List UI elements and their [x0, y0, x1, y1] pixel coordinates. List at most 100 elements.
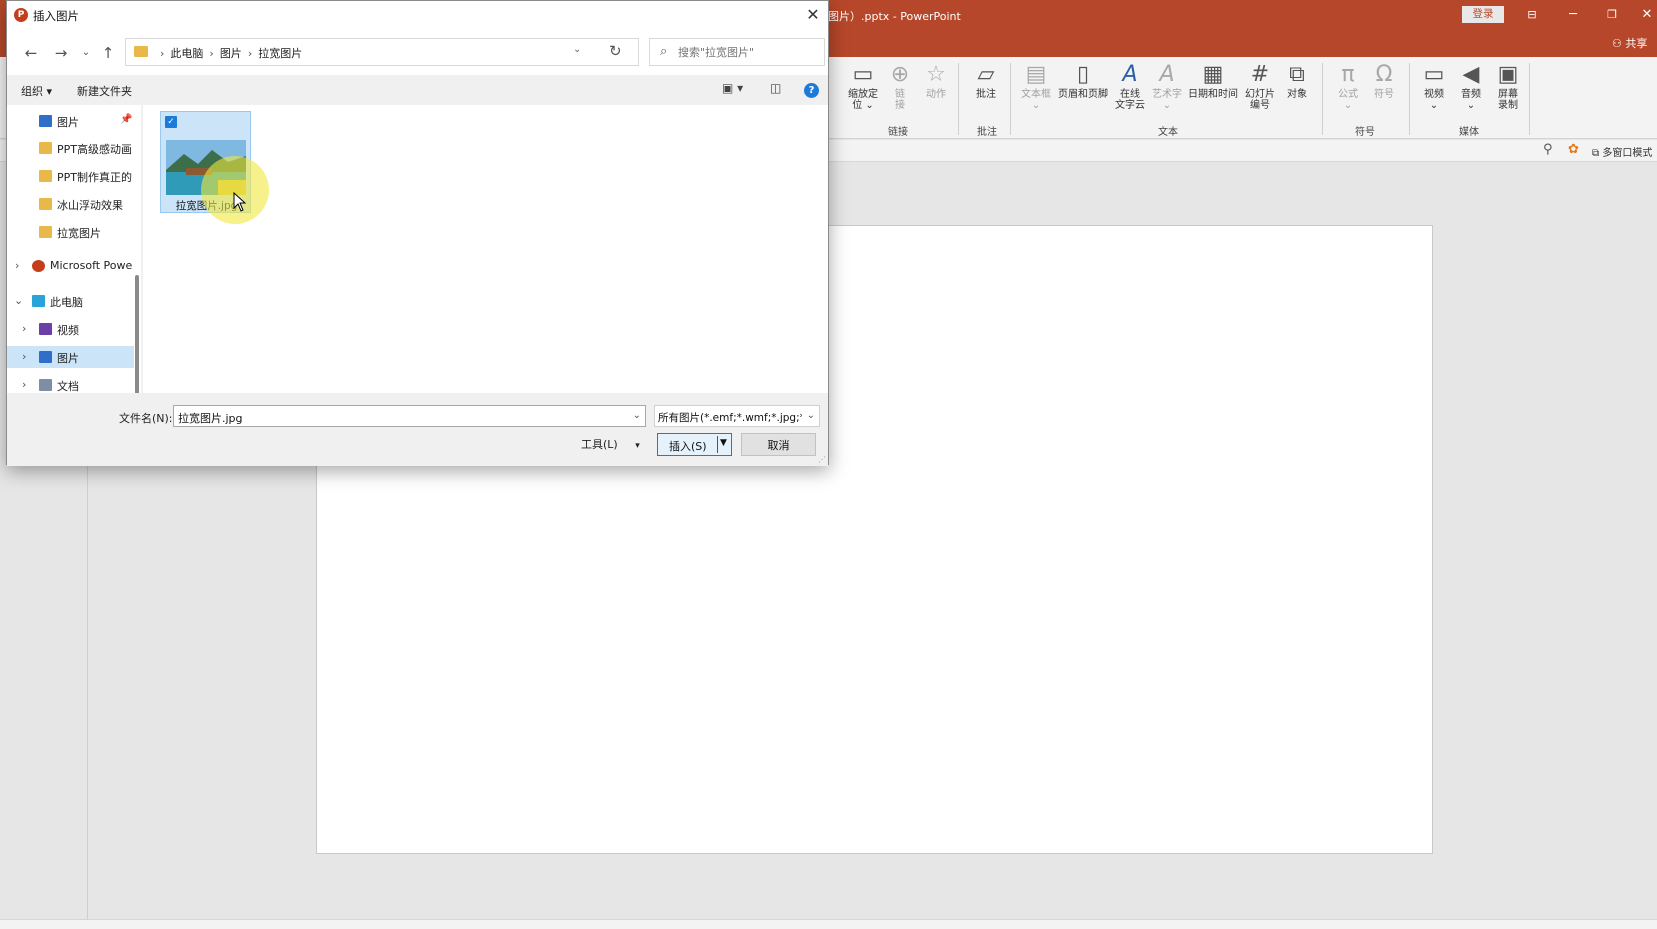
- insert-button[interactable]: 插入(S) ▼: [657, 433, 732, 456]
- online-wordart-button[interactable]: A 在线 文字云: [1110, 61, 1150, 111]
- equation-button[interactable]: π 公式 ⌄: [1328, 61, 1368, 111]
- tree-item-powerpoint[interactable]: › Microsoft Powe: [7, 255, 134, 277]
- textbox-button[interactable]: ▤ 文本框 ⌄: [1016, 61, 1056, 111]
- ribbon-divider: [1010, 63, 1011, 135]
- view-options-icon[interactable]: ▣ ▾: [722, 81, 743, 95]
- chevron-right-icon[interactable]: ›: [15, 259, 19, 272]
- restore-icon[interactable]: ❐: [1602, 6, 1622, 24]
- share-button[interactable]: ⚇ 共享: [1612, 35, 1647, 51]
- group-media-label: 媒体: [1459, 127, 1479, 138]
- cancel-button[interactable]: 取消: [741, 433, 816, 456]
- breadcrumb-separator: ›: [160, 47, 165, 60]
- preview-pane-icon[interactable]: ◫: [770, 81, 781, 95]
- breadcrumb-pictures[interactable]: 图片: [220, 47, 242, 60]
- address-bar[interactable]: › 此电脑 › 图片 › 拉宽图片 ⌄ ↻: [125, 38, 639, 66]
- slide-number-label: 幻灯片 编号: [1245, 89, 1275, 111]
- minimize-icon[interactable]: ─: [1563, 6, 1583, 24]
- chevron-down-icon[interactable]: ⌄: [807, 410, 815, 421]
- omega-icon: Ω: [1375, 62, 1393, 87]
- resize-grip-icon[interactable]: ⋰: [818, 455, 826, 464]
- close-icon[interactable]: ✕: [802, 4, 824, 26]
- file-list[interactable]: ✓ 拉宽图片.jpg: [143, 105, 828, 393]
- audio-label: 音频 ⌄: [1461, 89, 1481, 111]
- zoom-button[interactable]: ▭ 缩放定 位 ⌄: [843, 61, 883, 111]
- tree-item-label: PPT高级感动画: [57, 143, 132, 156]
- multi-window-button[interactable]: ⧉ 多窗口模式: [1592, 144, 1652, 159]
- login-button[interactable]: 登录: [1462, 6, 1504, 23]
- video-button[interactable]: ▭ 视频 ⌄: [1414, 61, 1454, 111]
- help-icon[interactable]: ?: [804, 83, 819, 98]
- chevron-down-icon[interactable]: ⌄: [14, 294, 23, 307]
- back-arrow-icon[interactable]: ←: [21, 43, 41, 63]
- forward-arrow-icon[interactable]: →: [51, 43, 71, 63]
- file-type-select[interactable]: 所有图片(*.emf;*.wmf;*.jpg;*.j ⌄: [654, 405, 820, 427]
- search-icon: ⌕: [660, 44, 668, 59]
- object-button[interactable]: ⧉ 对象: [1277, 61, 1317, 100]
- caret-down-icon: ▾: [635, 441, 640, 451]
- chevron-down-icon[interactable]: ⌄: [573, 44, 581, 55]
- folder-icon: [39, 226, 52, 238]
- star-icon: ☆: [926, 62, 946, 87]
- audio-button[interactable]: ◀ 音频 ⌄: [1451, 61, 1491, 111]
- refresh-icon[interactable]: ↻: [609, 42, 622, 60]
- status-bar: [0, 919, 1657, 929]
- checkbox-checked-icon[interactable]: ✓: [165, 116, 177, 128]
- folder-icon: [39, 170, 52, 182]
- search-input[interactable]: [678, 44, 818, 60]
- tree-item-folder[interactable]: 拉宽图片: [7, 221, 134, 243]
- insert-dropdown-icon[interactable]: ▼: [720, 438, 727, 448]
- ribbon-display-icon[interactable]: ⊟: [1522, 6, 1542, 24]
- chevron-down-icon[interactable]: ⌄: [633, 410, 641, 421]
- comment-button[interactable]: ▱ 批注: [966, 61, 1006, 100]
- close-window-icon[interactable]: ✕: [1637, 6, 1657, 24]
- link-button[interactable]: ⊕ 链 接: [880, 61, 920, 111]
- mouse-cursor-icon: [233, 192, 247, 212]
- search-box[interactable]: ⌕: [649, 38, 825, 66]
- tree-item-label: 拉宽图片: [57, 227, 101, 240]
- new-folder-button[interactable]: 新建文件夹: [77, 83, 132, 99]
- tree-item-folder[interactable]: 冰山浮动效果: [7, 193, 134, 215]
- chevron-right-icon[interactable]: ›: [22, 322, 26, 335]
- tree-item-pictures-quick[interactable]: 图片 📌: [7, 110, 134, 132]
- calendar-icon: ▦: [1202, 62, 1224, 87]
- ribbon-divider: [958, 63, 959, 135]
- action-label: 动作: [926, 89, 946, 100]
- pin-ribbon-icon[interactable]: ⚲: [1543, 142, 1553, 157]
- object-label: 对象: [1287, 89, 1307, 100]
- tree-item-folder[interactable]: PPT高级感动画: [7, 137, 134, 159]
- chevron-right-icon[interactable]: ›: [22, 350, 26, 363]
- breadcrumb-this-pc[interactable]: 此电脑: [170, 47, 203, 60]
- settings-icon[interactable]: ✿: [1568, 142, 1579, 157]
- screen-record-icon: ▣: [1497, 62, 1519, 87]
- screen-record-label: 屏幕 录制: [1498, 89, 1518, 111]
- ribbon-divider: [1529, 63, 1530, 135]
- videos-icon: [39, 323, 52, 335]
- breadcrumb-current-folder[interactable]: 拉宽图片: [258, 47, 302, 60]
- filename-input[interactable]: 拉宽图片.jpg ⌄: [173, 405, 646, 427]
- tree-item-this-pc[interactable]: ⌄ 此电脑: [7, 290, 134, 312]
- recent-locations-chevron-icon[interactable]: ⌄: [76, 43, 96, 63]
- comment-icon: ▱: [977, 62, 995, 87]
- tree-scrollbar[interactable]: [135, 275, 139, 393]
- organize-button[interactable]: 组织 ▾: [21, 83, 52, 99]
- header-footer-button[interactable]: ▯ 页眉和页脚: [1057, 61, 1109, 100]
- ribbon-divider: [1409, 63, 1410, 135]
- tree-item-folder[interactable]: PPT制作真正的: [7, 165, 134, 187]
- symbol-button[interactable]: Ω 符号: [1364, 61, 1404, 100]
- up-arrow-icon[interactable]: ↑: [98, 43, 118, 63]
- tree-item-documents[interactable]: › 文档: [7, 374, 134, 393]
- pin-icon[interactable]: 📌: [120, 114, 132, 125]
- insert-label: 插入(S): [669, 440, 707, 453]
- screen-record-button[interactable]: ▣ 屏幕 录制: [1488, 61, 1528, 111]
- tools-button[interactable]: 工具(L) ▾: [581, 436, 640, 452]
- dialog-footer: 文件名(N): 拉宽图片.jpg ⌄ 所有图片(*.emf;*.wmf;*.jp…: [7, 393, 828, 466]
- action-button[interactable]: ☆ 动作: [916, 61, 956, 100]
- slide-number-button[interactable]: # 幻灯片 编号: [1240, 61, 1280, 111]
- textbox-icon: ▤: [1025, 62, 1047, 87]
- datetime-button[interactable]: ▦ 日期和时间: [1186, 61, 1240, 100]
- wordart-button[interactable]: A 艺术字 ⌄: [1147, 61, 1187, 111]
- group-links-label: 链接: [888, 127, 908, 138]
- chevron-right-icon[interactable]: ›: [22, 378, 26, 391]
- tree-item-pictures[interactable]: › 图片: [7, 346, 134, 368]
- tree-item-videos[interactable]: › 视频: [7, 318, 134, 340]
